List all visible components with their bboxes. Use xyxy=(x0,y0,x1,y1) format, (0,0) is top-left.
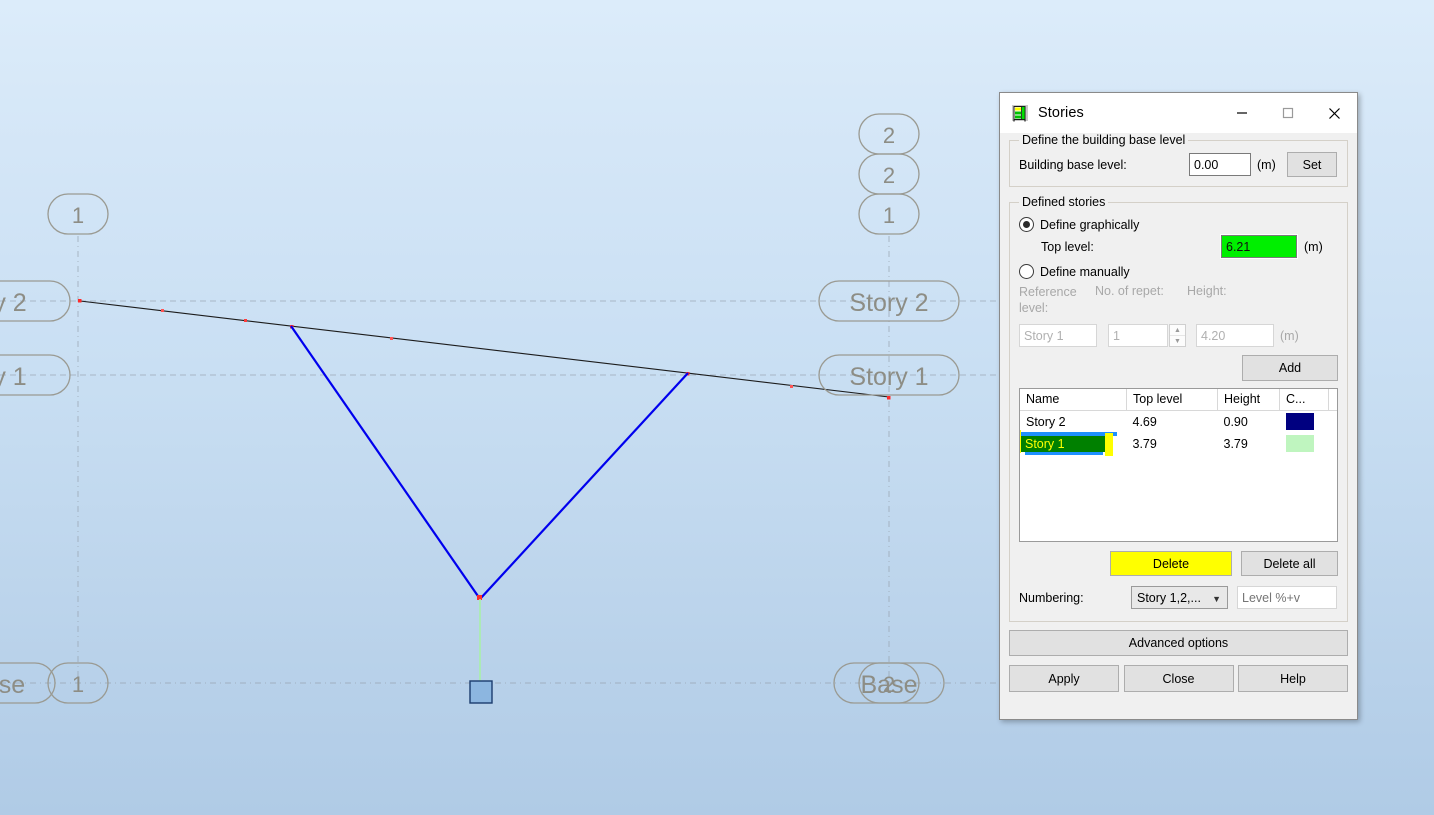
maximize-button[interactable] xyxy=(1265,93,1311,133)
radio-manually-label: Define manually xyxy=(1040,265,1130,279)
cell-color[interactable] xyxy=(1280,433,1329,455)
radio-manually-indicator[interactable] xyxy=(1019,264,1034,279)
node-marker xyxy=(244,319,247,322)
no-of-repet-input[interactable] xyxy=(1108,324,1168,347)
level-format-input[interactable] xyxy=(1237,586,1337,609)
story-label-text: y 1 xyxy=(0,363,27,391)
cell-height[interactable]: 3.79 xyxy=(1218,433,1280,455)
axis-bubble-label: 1 xyxy=(883,203,895,228)
radio-graphically-indicator[interactable] xyxy=(1019,217,1034,232)
story-label-text: Story 1 xyxy=(849,363,928,391)
cell-name[interactable]: Story 2 xyxy=(1020,411,1127,434)
base-level-unit: (m) xyxy=(1257,158,1285,172)
stepper-up-icon[interactable]: ▲ xyxy=(1170,325,1185,336)
maximize-icon xyxy=(1282,107,1294,119)
diagonal-member-right xyxy=(480,373,688,599)
support-block xyxy=(470,681,492,703)
numbering-label: Numbering: xyxy=(1019,591,1131,605)
apply-button[interactable]: Apply xyxy=(1009,665,1119,692)
cell-height[interactable]: 0.90 xyxy=(1218,411,1280,434)
cell-spacer xyxy=(1329,433,1338,455)
selected-story-cell[interactable]: Story 1 xyxy=(1021,436,1107,452)
cell-name-text: Story 1 xyxy=(1025,437,1065,451)
axis-bubble-label: 2 xyxy=(883,163,895,188)
set-button[interactable]: Set xyxy=(1287,152,1337,177)
base-level-legend: Define the building base level xyxy=(1019,133,1188,147)
add-button[interactable]: Add xyxy=(1242,355,1338,381)
dialog-title: Stories xyxy=(1038,105,1084,121)
cell-spacer xyxy=(1329,411,1338,434)
minimize-icon xyxy=(1236,107,1248,119)
delete-button[interactable]: Delete xyxy=(1110,551,1232,576)
story-label-text: se xyxy=(0,671,25,699)
node-marker xyxy=(161,309,164,312)
dialog-body: Define the building base level Building … xyxy=(1000,133,1357,692)
node-marker xyxy=(887,396,891,400)
annotation-highlight-right xyxy=(1105,433,1113,456)
story-label-group-left: y 2 y 1 se xyxy=(0,281,70,703)
help-button[interactable]: Help xyxy=(1238,665,1348,692)
stories-icon xyxy=(1011,104,1029,122)
height-unit: (m) xyxy=(1280,329,1299,343)
node-marker xyxy=(790,385,793,388)
axis-bubble-label: 1 xyxy=(72,672,84,697)
roof-chord-member xyxy=(80,301,889,397)
defined-stories-group: Defined stories Define graphically Top l… xyxy=(1009,195,1348,622)
cell-top-level[interactable]: 3.79 xyxy=(1127,433,1218,455)
dialog-titlebar[interactable]: Stories xyxy=(1000,93,1357,133)
column-header-name[interactable]: Name xyxy=(1020,389,1127,411)
axis-bubble-group: 1 2 2 1 1 2 xyxy=(48,114,919,703)
cell-color[interactable] xyxy=(1280,411,1329,434)
top-level-unit: (m) xyxy=(1304,240,1323,254)
column-header-color[interactable]: C... xyxy=(1280,389,1329,411)
radio-define-manually[interactable]: Define manually xyxy=(1019,264,1338,279)
base-level-group: Define the building base level Building … xyxy=(1009,133,1348,187)
cell-name[interactable]: Story 1 xyxy=(1020,433,1127,455)
story-label-text: Base xyxy=(861,671,918,699)
color-swatch[interactable] xyxy=(1286,435,1314,452)
radio-graphically-label: Define graphically xyxy=(1040,218,1139,232)
height-input[interactable] xyxy=(1196,324,1274,347)
window-controls[interactable] xyxy=(1219,93,1357,133)
close-icon xyxy=(1328,107,1341,120)
no-of-repet-label: No. of repet: xyxy=(1095,284,1187,298)
annotation-underline-bottom xyxy=(1025,452,1103,455)
diagonal-member-left xyxy=(291,326,480,599)
column-header-height[interactable]: Height xyxy=(1218,389,1280,411)
reference-level-label: Reference level: xyxy=(1019,284,1095,316)
building-base-level-input[interactable] xyxy=(1189,153,1251,176)
story-label-text: Story 2 xyxy=(849,289,928,317)
node-marker xyxy=(78,299,82,303)
node-marker xyxy=(390,337,393,340)
table-row[interactable]: Story 1 3.79 3.79 xyxy=(1020,433,1337,455)
cell-top-level[interactable]: 4.69 xyxy=(1127,411,1218,434)
axis-bubble-label: 1 xyxy=(72,203,84,228)
table-row[interactable]: Story 2 4.69 0.90 xyxy=(1020,411,1337,434)
building-base-level-label: Building base level: xyxy=(1019,158,1189,172)
close-button[interactable] xyxy=(1311,93,1357,133)
table-header-row: Name Top level Height C... xyxy=(1020,389,1337,411)
radio-define-graphically[interactable]: Define graphically xyxy=(1019,217,1338,232)
top-level-label: Top level: xyxy=(1041,240,1221,254)
stepper-down-icon[interactable]: ▼ xyxy=(1170,336,1185,346)
minimize-button[interactable] xyxy=(1219,93,1265,133)
stories-dialog[interactable]: Stories Define the buildin xyxy=(999,92,1358,720)
close-dialog-button[interactable]: Close xyxy=(1124,665,1234,692)
reference-level-input[interactable] xyxy=(1019,324,1097,347)
stories-table[interactable]: Name Top level Height C... Story 2 4.69 … xyxy=(1019,388,1338,542)
numbering-select-wrap[interactable]: Story 1,2,... ▼ xyxy=(1131,586,1228,609)
top-level-input[interactable] xyxy=(1221,235,1297,258)
defined-stories-legend: Defined stories xyxy=(1019,195,1108,209)
annotation-underline-top xyxy=(1021,432,1117,436)
story-label-text: y 2 xyxy=(0,289,27,317)
delete-all-button[interactable]: Delete all xyxy=(1241,551,1338,576)
advanced-options-button[interactable]: Advanced options xyxy=(1009,630,1348,656)
numbering-select[interactable]: Story 1,2,... xyxy=(1131,586,1228,609)
height-label: Height: xyxy=(1187,284,1227,298)
column-header-spacer xyxy=(1329,389,1338,411)
axis-bubble-label: 2 xyxy=(883,123,895,148)
column-header-top-level[interactable]: Top level xyxy=(1127,389,1218,411)
color-swatch[interactable] xyxy=(1286,413,1314,430)
no-of-repet-stepper[interactable]: ▲ ▼ xyxy=(1169,324,1186,347)
